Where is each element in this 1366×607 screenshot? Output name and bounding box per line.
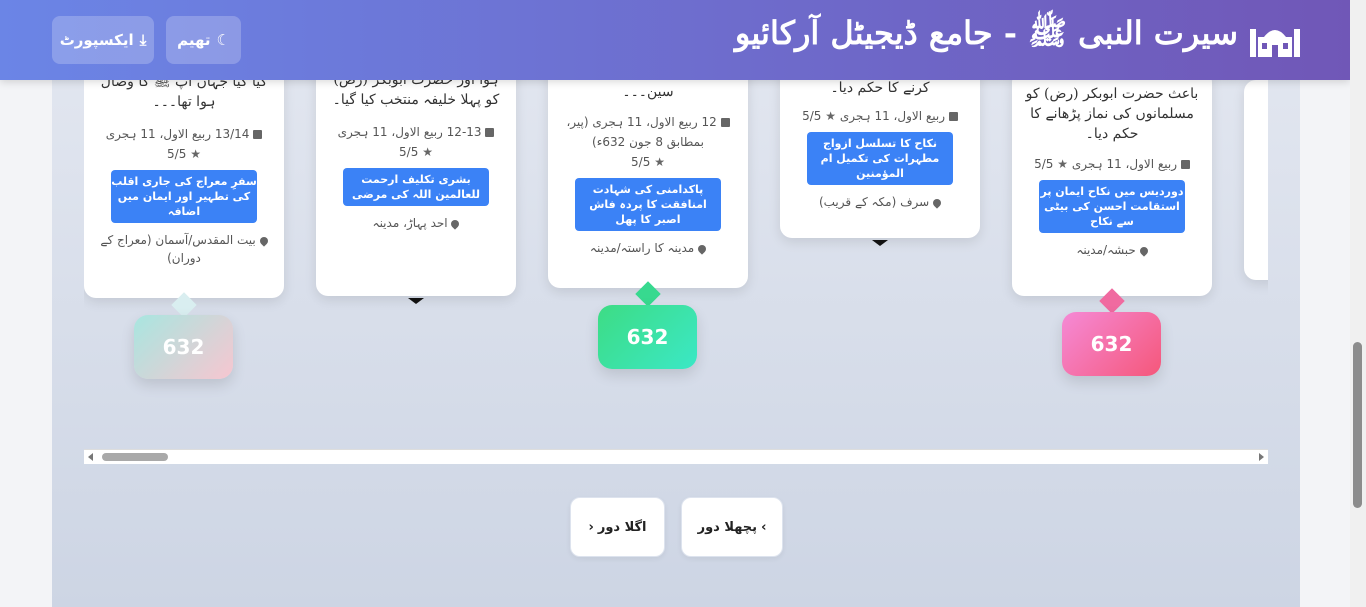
location-pin-icon xyxy=(931,196,943,209)
event-tag: دوردیس میں نکاح ایمان پر استقامت احسن کی… xyxy=(1039,180,1185,233)
previous-era-button[interactable]: › پچھلا دور xyxy=(681,497,783,557)
card-pointer xyxy=(872,240,888,246)
event-date: ربیع الاول، 11 ہجری xyxy=(1071,157,1178,171)
event-date: ربیع الاول، 11 ہجری xyxy=(839,109,946,123)
event-card-partial[interactable] xyxy=(1244,80,1268,280)
chevron-left-icon: ‹ xyxy=(588,519,594,535)
event-description: باعث حضرت ابوبکر (رض) کو مسلمانوں کی نما… xyxy=(1025,86,1199,142)
download-icon: ⤓ xyxy=(139,31,147,49)
scroll-right-icon[interactable] xyxy=(1259,453,1264,461)
theme-button[interactable]: ☾ تھیم xyxy=(166,16,241,64)
event-tag: بشری تکلیف ارحمت للعالمین اللہ کی مرضی xyxy=(343,168,489,206)
export-button[interactable]: ⤓ ایکسپورٹ xyxy=(52,16,154,64)
scrollbar-thumb[interactable] xyxy=(1353,342,1362,508)
location-pin-icon xyxy=(257,234,270,247)
year-badge[interactable]: 632 xyxy=(1062,312,1161,376)
event-card[interactable]: ہوا اور حضرت ابوبکر (رض) کو پہلا خلیفہ م… xyxy=(316,58,516,296)
card-pointer xyxy=(408,298,424,304)
calendar-icon xyxy=(720,118,730,127)
next-era-button[interactable]: اگلا دور ‹ xyxy=(570,497,665,557)
event-card[interactable]: باعث حضرت ابوبکر (رض) کو مسلمانوں کی نما… xyxy=(1012,70,1212,296)
star-icon: ★ xyxy=(654,155,665,169)
star-icon: ★ xyxy=(825,109,836,123)
event-tag: نکاح کا تسلسل ازواج مطہرات کی تکمیل ام ا… xyxy=(807,132,953,185)
event-rating: 5/5 xyxy=(802,109,822,123)
calendar-icon xyxy=(948,112,958,121)
event-location: احد پہاڑ، مدینہ xyxy=(372,216,448,230)
event-rating: 5/5 xyxy=(167,147,187,161)
star-icon: ★ xyxy=(1057,157,1068,171)
year-badge[interactable]: 632 xyxy=(134,315,233,379)
event-date: 13/14 ربیع الاول، 11 ہجری xyxy=(105,127,250,141)
event-location: سرف (مکہ کے قریب) xyxy=(818,195,930,209)
theme-button-label: تھیم xyxy=(177,31,211,49)
location-pin-icon xyxy=(1138,244,1150,257)
calendar-icon xyxy=(1180,160,1190,169)
event-card[interactable]: (رض) کے تجربے ہیں، انہی کے سین۔۔۔ 12 ربی… xyxy=(548,50,748,288)
year-badge[interactable]: 632 xyxy=(598,305,697,369)
event-tag: سفرِ معراج کی جاری اقلب کی تطہیر اور ایم… xyxy=(111,170,257,223)
location-pin-icon xyxy=(696,242,708,255)
event-location: بیت المقدس/آسمان (معراج کے دوران) xyxy=(100,233,256,265)
event-location: مدینہ کا راستہ/مدینہ xyxy=(589,241,695,255)
event-rating: 5/5 xyxy=(399,145,419,159)
horizontal-scrollbar[interactable] xyxy=(84,449,1268,464)
year-label: 632 xyxy=(626,325,669,349)
chevron-right-icon: › xyxy=(761,519,767,535)
moon-icon: ☾ xyxy=(216,31,230,49)
calendar-icon xyxy=(485,128,495,137)
export-button-label: ایکسپورٹ xyxy=(59,31,134,49)
event-card[interactable]: کرنے کا حکم دیا۔ ربیع الاول، 11 ہجری ★ 5… xyxy=(780,66,980,238)
scroll-left-icon[interactable] xyxy=(88,453,93,461)
year-label: 632 xyxy=(162,335,205,359)
location-pin-icon xyxy=(449,217,462,230)
event-card[interactable]: کیا گیا جہاں آپ ﷺ کا وصال ہوا تھا۔۔۔ 13/… xyxy=(84,60,284,298)
event-date: 12 ربیع الاول، 11 ہجری (پیر، بمطابق 8 جو… xyxy=(566,115,717,149)
event-date: 12-13 ربیع الاول، 11 ہجری xyxy=(337,125,482,139)
next-era-label: اگلا دور xyxy=(597,519,647,535)
year-label: 632 xyxy=(1090,332,1133,356)
app-title: سیرت النبی ﷺ - جامع ڈیجیٹل آرکائیو xyxy=(734,14,1238,52)
previous-era-label: پچھلا دور xyxy=(697,519,758,535)
event-rating: 5/5 xyxy=(631,155,651,169)
app-header: سیرت النبی ﷺ - جامع ڈیجیٹل آرکائیو ☾ تھی… xyxy=(0,0,1350,80)
star-icon: ★ xyxy=(190,147,201,161)
event-tag: پاکدامنی کی شہادت امنافقت کا پردہ فاش اص… xyxy=(575,178,721,231)
event-rating: 5/5 xyxy=(1034,157,1054,171)
calendar-icon xyxy=(253,130,263,139)
star-icon: ★ xyxy=(422,145,433,159)
mosque-icon xyxy=(1250,29,1300,57)
event-location: حبشہ/مدینہ xyxy=(1076,243,1136,257)
vertical-scrollbar[interactable] xyxy=(1350,0,1366,607)
scrollbar-thumb[interactable] xyxy=(102,453,168,461)
